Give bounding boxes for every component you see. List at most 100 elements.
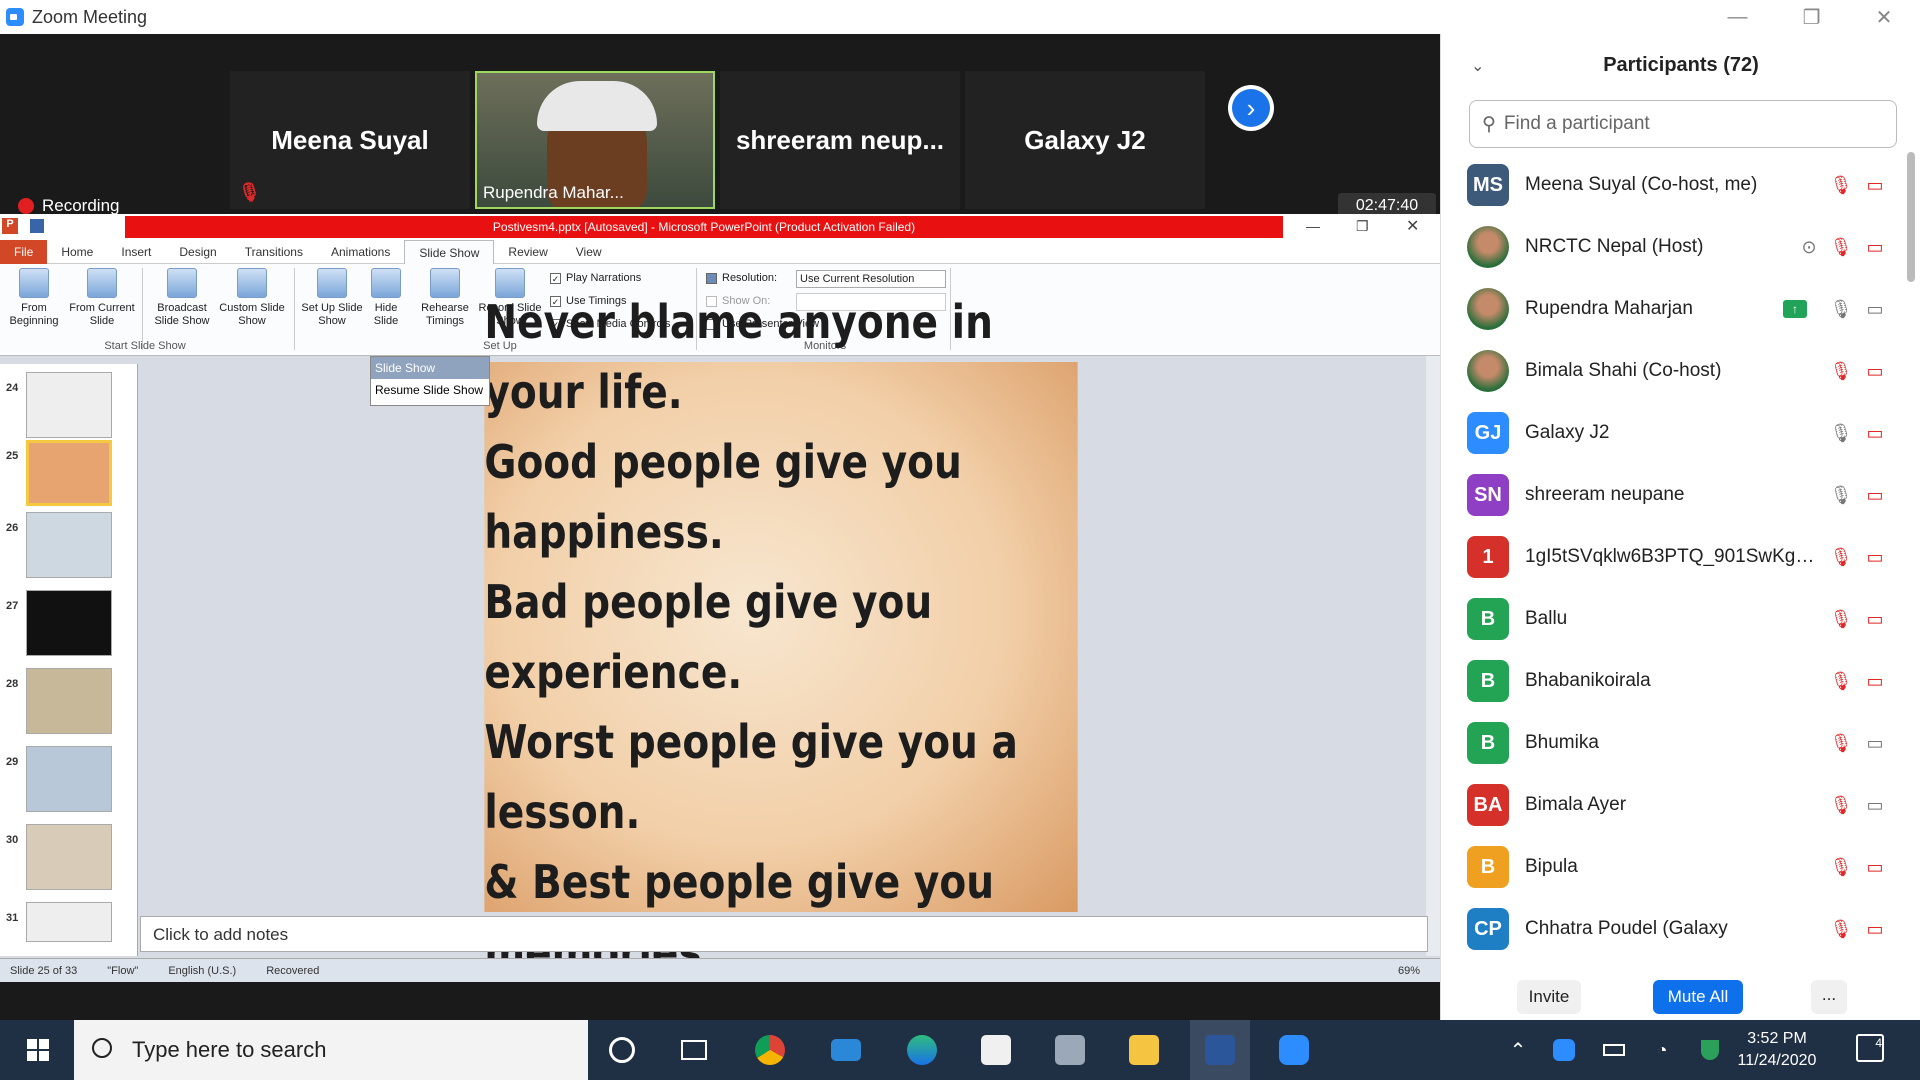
tab-design[interactable]: Design xyxy=(165,240,230,264)
current-slide[interactable]: Never blame anyone in your life. Good pe… xyxy=(484,295,1078,979)
tab-animations[interactable]: Animations xyxy=(317,240,404,264)
printer-icon[interactable] xyxy=(1040,1020,1100,1080)
store-icon[interactable] xyxy=(966,1020,1026,1080)
restore-icon[interactable]: ❐ xyxy=(1803,5,1821,30)
muted-mic-icon[interactable]: 🎙 xyxy=(1829,545,1853,569)
muted-mic-icon[interactable]: 🎙 xyxy=(1829,235,1853,259)
zoom-level[interactable]: 69% xyxy=(1398,965,1420,977)
participant-row[interactable]: B Bhumika 🎙 ▭ xyxy=(1467,712,1897,774)
slide-thumbnail[interactable] xyxy=(26,590,112,656)
mail-icon[interactable] xyxy=(816,1020,876,1080)
video-off-icon[interactable]: ▭ xyxy=(1863,173,1887,197)
slide-thumbnail-selected[interactable] xyxy=(26,440,112,506)
muted-mic-icon[interactable]: 🎙 xyxy=(1829,359,1853,383)
muted-mic-icon[interactable]: 🎙 xyxy=(1829,731,1853,755)
slide-thumbnail[interactable] xyxy=(26,824,112,890)
file-explorer-icon[interactable] xyxy=(1114,1020,1174,1080)
tab-home[interactable]: Home xyxy=(47,240,107,264)
notes-pane[interactable]: Click to add notes xyxy=(140,916,1428,952)
participant-row[interactable]: SN shreeram neupane 🎙 ▭ xyxy=(1467,464,1897,526)
muted-mic-icon[interactable]: 🎙 xyxy=(1829,793,1853,817)
resume-slide-show-item[interactable]: Resume Slide Show xyxy=(371,379,489,401)
custom-slide-show-button[interactable]: Custom Slide Show xyxy=(218,268,286,328)
mic-icon[interactable]: 🎙 xyxy=(1829,297,1853,321)
participant-row[interactable]: B Bhabanikoirala 🎙 ▭ xyxy=(1467,650,1897,712)
hide-slide-button[interactable]: Hide Slide xyxy=(366,268,406,328)
video-off-icon[interactable]: ▭ xyxy=(1863,483,1887,507)
next-page-button[interactable]: › xyxy=(1228,85,1274,131)
participant-row[interactable]: BA Bimala Ayer 🎙 ▭ xyxy=(1467,774,1897,836)
edge-icon[interactable] xyxy=(892,1020,952,1080)
clock[interactable]: 3:52 PM 11/24/2020 xyxy=(1732,1028,1822,1072)
ppt-restore-icon[interactable]: ❐ xyxy=(1356,218,1369,235)
task-view-icon[interactable] xyxy=(664,1020,724,1080)
video-tile[interactable]: Galaxy J2 xyxy=(965,71,1205,209)
video-off-icon[interactable]: ▭ xyxy=(1863,235,1887,259)
participant-row[interactable]: NRCTC Nepal (Host) 🎙 ▭ ⊙ xyxy=(1467,216,1897,278)
video-tile[interactable]: shreeram neup... xyxy=(720,71,960,209)
tab-transitions[interactable]: Transitions xyxy=(231,240,317,264)
video-tile-active[interactable]: Rupendra Mahar... xyxy=(475,71,715,209)
video-off-icon[interactable]: ▭ xyxy=(1863,669,1887,693)
from-current-slide-button[interactable]: From Current Slide xyxy=(68,268,136,328)
video-icon[interactable]: ▭ xyxy=(1863,297,1887,321)
slide-thumbnail[interactable] xyxy=(26,372,112,438)
muted-mic-icon[interactable]: 🎙 xyxy=(1829,173,1853,197)
video-off-icon[interactable]: ▭ xyxy=(1863,917,1887,941)
mute-all-button[interactable]: Mute All xyxy=(1653,980,1743,1014)
tab-slide-show[interactable]: Slide Show xyxy=(404,239,495,264)
chrome-icon[interactable] xyxy=(740,1020,800,1080)
ppt-minimize-icon[interactable]: — xyxy=(1306,218,1320,234)
muted-mic-icon[interactable]: 🎙 xyxy=(1829,917,1853,941)
video-off-icon[interactable]: ▭ xyxy=(1863,607,1887,631)
participant-row[interactable]: GJ Galaxy J2 🎙 ▭ xyxy=(1467,402,1897,464)
cortana-icon[interactable] xyxy=(592,1020,652,1080)
mic-icon[interactable]: 🎙 xyxy=(1829,421,1853,445)
taskbar-search[interactable]: Type here to search xyxy=(74,1020,588,1080)
participant-scrollbar[interactable] xyxy=(1907,152,1915,282)
slide-scrollbar[interactable] xyxy=(1426,356,1440,956)
broadcast-slide-show-button[interactable]: Broadcast Slide Show xyxy=(148,268,216,328)
video-off-icon[interactable]: ▭ xyxy=(1863,855,1887,879)
participant-row[interactable]: Bimala Shahi (Co-host) 🎙 ▭ xyxy=(1467,340,1897,402)
start-button[interactable] xyxy=(10,1020,66,1080)
slide-thumbnail[interactable] xyxy=(26,668,112,734)
tab-insert[interactable]: Insert xyxy=(107,240,165,264)
resolution-dropdown[interactable]: Use Current Resolution xyxy=(796,270,946,288)
video-off-icon[interactable]: ▭ xyxy=(1863,359,1887,383)
language[interactable]: English (U.S.) xyxy=(168,965,236,977)
rehearse-timings-button[interactable]: Rehearse Timings xyxy=(414,268,476,328)
notification-icon[interactable]: 4 xyxy=(1856,1034,1884,1062)
video-tile[interactable]: Meena Suyal 🎙 xyxy=(230,71,470,209)
mic-icon[interactable]: 🎙 xyxy=(1829,483,1853,507)
video-icon[interactable]: ▭ xyxy=(1863,793,1887,817)
set-up-slide-show-button[interactable]: Set Up Slide Show xyxy=(300,268,364,328)
more-button[interactable]: ... xyxy=(1811,980,1847,1014)
security-icon[interactable] xyxy=(1680,1020,1740,1080)
participant-row[interactable]: 1 1gI5tSVqklw6B3PTQ_901SwKgr... 🎙 ▭ xyxy=(1467,526,1897,588)
close-icon[interactable]: ✕ xyxy=(1876,5,1893,30)
tab-review[interactable]: Review xyxy=(494,240,561,264)
play-narrations-checkbox[interactable]: ✓ Play Narrations xyxy=(550,272,641,284)
ppt-close-icon[interactable]: ✕ xyxy=(1406,216,1419,236)
participant-row[interactable]: B Bipula 🎙 ▭ xyxy=(1467,836,1897,898)
invite-button[interactable]: Invite xyxy=(1517,980,1581,1014)
tab-file[interactable]: File xyxy=(0,239,48,264)
slide-thumbnail[interactable] xyxy=(26,512,112,578)
participant-row[interactable]: B Ballu 🎙 ▭ xyxy=(1467,588,1897,650)
video-off-icon[interactable]: ▭ xyxy=(1863,421,1887,445)
tab-view[interactable]: View xyxy=(562,240,616,264)
video-icon[interactable]: ▭ xyxy=(1863,731,1887,755)
video-off-icon[interactable]: ▭ xyxy=(1863,545,1887,569)
participant-row[interactable]: CP Chhatra Poudel (Galaxy 🎙 ▭ xyxy=(1467,898,1897,960)
muted-mic-icon[interactable]: 🎙 xyxy=(1829,855,1853,879)
from-beginning-button[interactable]: From Beginning xyxy=(4,268,64,328)
word-icon[interactable] xyxy=(1190,1020,1250,1080)
participant-search-input[interactable]: ⚲ Find a participant xyxy=(1469,100,1897,148)
save-icon[interactable] xyxy=(30,219,44,233)
muted-mic-icon[interactable]: 🎙 xyxy=(1829,607,1853,631)
muted-mic-icon[interactable]: 🎙 xyxy=(1829,669,1853,693)
slide-thumbnail[interactable] xyxy=(26,902,112,942)
zoom-app-icon[interactable] xyxy=(1264,1020,1324,1080)
minimize-icon[interactable]: — xyxy=(1728,6,1748,29)
